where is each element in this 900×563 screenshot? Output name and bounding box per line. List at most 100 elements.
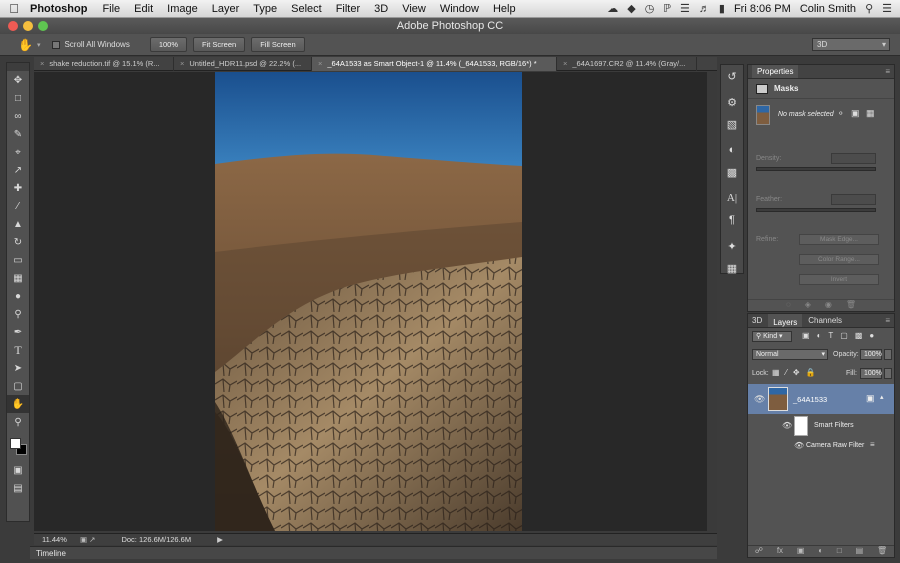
panel-menu-icon[interactable]: ≡ xyxy=(885,65,890,79)
type-tool-icon[interactable]: T xyxy=(7,341,29,359)
adjustments-panel-icon[interactable]: ◐ xyxy=(721,139,743,161)
apple-icon[interactable]:  xyxy=(0,1,28,16)
filter-adjustment-icon[interactable]: ◐ xyxy=(817,331,822,340)
history-panel-icon[interactable]: ↺ xyxy=(721,65,743,87)
preset-dropdown-icon[interactable]: ▾ xyxy=(37,41,41,49)
add-pixel-mask-icon[interactable]: ▣ xyxy=(851,108,860,119)
apply-mask-icon[interactable]: ◈ xyxy=(805,300,811,311)
add-mask-icon[interactable]: ▣ xyxy=(797,546,805,557)
eyedropper-tool-icon[interactable]: ↗ xyxy=(7,161,29,179)
tab-smart-object[interactable]: × _64A1533 as Smart Object-1 @ 11.4% (_64… xyxy=(312,57,557,71)
visibility-eye-icon[interactable]: 👁 xyxy=(782,421,792,430)
minimize-window-icon[interactable] xyxy=(23,21,33,31)
menu-image[interactable]: Image xyxy=(160,3,205,15)
density-slider[interactable] xyxy=(756,167,876,171)
blur-tool-icon[interactable]: ● xyxy=(7,287,29,305)
density-field[interactable] xyxy=(831,153,876,164)
opacity-field[interactable]: 100% xyxy=(860,349,882,360)
lock-position-icon[interactable]: ✥ xyxy=(793,368,800,377)
lasso-tool-icon[interactable]: ∞ xyxy=(7,107,29,125)
select-mask-icon[interactable]: ⚬ xyxy=(837,108,845,119)
tab-channels[interactable]: Channels xyxy=(808,314,842,327)
tool-presets-icon[interactable]: ⚙ xyxy=(721,91,743,113)
menu-select[interactable]: Select xyxy=(284,3,329,15)
layer-row-64a1533[interactable]: 👁 _64A1533 ▣ ▴ xyxy=(748,384,894,414)
tab-3d[interactable]: 3D xyxy=(752,314,762,327)
menubar-user[interactable]: Colin Smith xyxy=(800,3,856,15)
layer-comps-icon[interactable]: ▧ xyxy=(721,113,743,135)
menu-layer[interactable]: Layer xyxy=(205,3,247,15)
new-group-icon[interactable]: □ xyxy=(837,546,842,557)
color-range-button[interactable]: Color Range... xyxy=(799,254,879,265)
screen-mode-icon[interactable]: ▤ xyxy=(7,479,29,497)
feather-field[interactable] xyxy=(831,194,876,205)
menu-edit[interactable]: Edit xyxy=(127,3,160,15)
tab-untitled-hdr[interactable]: × Untitled_HDR11.psd @ 22.2% (... xyxy=(174,57,312,71)
paragraph-panel-icon[interactable]: ¶ xyxy=(721,209,743,231)
fill-field[interactable]: 100% xyxy=(860,368,882,379)
close-window-icon[interactable] xyxy=(8,21,18,31)
zoom-level[interactable]: 11.44% xyxy=(42,535,76,544)
info-panel-icon[interactable]: ▦ xyxy=(721,257,743,279)
close-tab-icon[interactable]: × xyxy=(40,59,44,68)
menubar-clock[interactable]: Fri 8:06 PM xyxy=(734,3,791,15)
filter-mask-thumbnail[interactable] xyxy=(794,416,808,436)
brush-presets-icon[interactable]: ✦ xyxy=(721,235,743,257)
lock-transparent-icon[interactable]: ▦ xyxy=(772,368,780,377)
quick-mask-icon[interactable]: ▣ xyxy=(7,461,29,479)
layer-name[interactable]: _64A1533 xyxy=(793,395,827,404)
hand-tool-preset-icon[interactable]: ✋ xyxy=(18,38,33,52)
menu-help[interactable]: Help xyxy=(486,3,523,15)
foreground-color-swatch[interactable] xyxy=(10,438,21,449)
visibility-eye-icon[interactable]: 👁 xyxy=(794,441,804,450)
history-brush-tool-icon[interactable]: ↻ xyxy=(7,233,29,251)
menu-file[interactable]: File xyxy=(95,3,127,15)
dropbox-icon[interactable]: ◆ xyxy=(627,2,635,15)
bluetooth-icon[interactable]: ℙ xyxy=(663,2,671,15)
link-layers-icon[interactable]: ☍ xyxy=(755,546,763,557)
move-tool-icon[interactable]: ✥ xyxy=(7,71,29,89)
close-tab-icon[interactable]: × xyxy=(563,59,567,68)
mask-edge-button[interactable]: Mask Edge... xyxy=(799,234,879,245)
menu-view[interactable]: View xyxy=(395,3,433,15)
lock-pixels-icon[interactable]: ⁄ xyxy=(786,368,787,377)
dodge-tool-icon[interactable]: ⚲ xyxy=(7,305,29,323)
character-panel-icon[interactable]: A| xyxy=(721,187,743,209)
menu-3d[interactable]: 3D xyxy=(367,3,395,15)
zoom-tool-icon[interactable]: ⚲ xyxy=(7,413,29,431)
tab-properties[interactable]: Properties xyxy=(752,65,799,78)
delete-layer-icon[interactable]: 🗑 xyxy=(877,546,887,557)
close-tab-icon[interactable]: × xyxy=(318,59,322,68)
status-menu-arrow-icon[interactable]: ▶ xyxy=(217,535,223,544)
tab-shake-reduction[interactable]: × shake reduction.tif @ 15.1% (R... xyxy=(34,57,174,71)
spotlight-search-icon[interactable]: ⚲ xyxy=(865,2,873,15)
disable-mask-icon[interactable]: ◉ xyxy=(825,300,832,311)
styles-panel-icon[interactable]: ▩ xyxy=(721,161,743,183)
lock-all-icon[interactable]: 🔒 xyxy=(806,368,816,377)
zoom-100-button[interactable]: 100% xyxy=(149,37,188,52)
load-selection-icon[interactable]: ◌ xyxy=(786,300,791,311)
color-swatches[interactable] xyxy=(7,435,29,461)
desert-photo[interactable] xyxy=(215,72,522,531)
cloud-icon[interactable]: ☁ xyxy=(607,2,618,15)
visibility-eye-icon[interactable]: 👁 xyxy=(754,394,765,405)
opacity-dropdown-icon[interactable] xyxy=(884,349,892,360)
shape-tool-icon[interactable]: ▢ xyxy=(7,377,29,395)
filter-type-icon[interactable]: T xyxy=(828,331,833,340)
scroll-all-windows-checkbox[interactable]: Scroll All Windows xyxy=(52,40,130,49)
brush-tool-icon[interactable]: ⁄ xyxy=(7,197,29,215)
delete-mask-icon[interactable]: 🗑 xyxy=(846,300,856,311)
tools-panel-grip[interactable] xyxy=(7,63,29,71)
wifi-icon[interactable]: ☰ xyxy=(680,2,690,15)
canvas-vertical-scrollbar[interactable] xyxy=(707,72,717,531)
gradient-tool-icon[interactable]: ▦ xyxy=(7,269,29,287)
invert-button[interactable]: Invert xyxy=(799,274,879,285)
quick-select-tool-icon[interactable]: ✎ xyxy=(7,125,29,143)
pen-tool-icon[interactable]: ✒ xyxy=(7,323,29,341)
tab-layers[interactable]: Layers xyxy=(768,314,803,327)
fill-screen-button[interactable]: Fill Screen xyxy=(251,37,305,52)
battery-icon[interactable]: ▮ xyxy=(719,2,725,15)
layer-style-icon[interactable]: fx xyxy=(777,546,783,557)
menu-filter[interactable]: Filter xyxy=(329,3,367,15)
menu-app-name[interactable]: Photoshop xyxy=(28,3,95,15)
